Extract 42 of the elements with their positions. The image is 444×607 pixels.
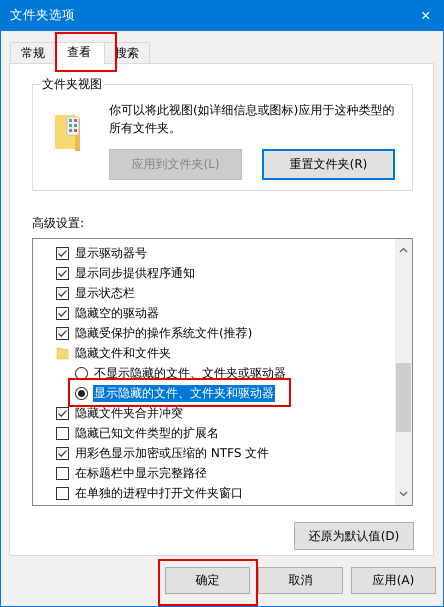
folder-icon	[56, 346, 69, 360]
option-label: 隐藏空的驱动器	[74, 304, 160, 322]
checkbox[interactable]	[56, 466, 69, 480]
description: 你可以将此视图(如详细信息或图标)应用于这种类型的所有文件夹。	[109, 102, 395, 137]
checkbox[interactable]	[56, 446, 69, 460]
option-label: 隐藏受保护的操作系统文件(推荐)	[74, 324, 254, 342]
action-button[interactable]: 重置文件夹(R)	[262, 149, 395, 180]
dialog-button[interactable]: 确定	[165, 567, 250, 594]
option-label: 用彩色显示加密或压缩的 NTFS 文件	[74, 444, 270, 462]
restore-defaults-button[interactable]: 还原为默认值(D)	[294, 522, 414, 550]
scrollbar[interactable]	[395, 239, 412, 505]
group-label: 隐藏文件和文件夹	[74, 344, 172, 362]
dialog-button[interactable]: 应用(A)	[351, 567, 436, 594]
option-label: 在标题栏中显示完整路径	[74, 464, 208, 482]
tab[interactable]: 查看	[53, 42, 105, 64]
option-label: 显示同步提供程序通知	[74, 264, 196, 282]
option-label: 在单独的进程中打开文件夹窗口	[74, 484, 244, 502]
window-title: 文件夹选项	[10, 7, 75, 24]
scroll-down-icon[interactable]	[399, 491, 408, 497]
scroll-up-icon[interactable]	[399, 247, 408, 253]
checkbox[interactable]	[56, 406, 69, 420]
checkbox[interactable]	[56, 246, 69, 260]
radio-button[interactable]	[75, 366, 88, 380]
folder-icon	[55, 115, 83, 151]
group-title: 文件夹视图	[40, 76, 104, 93]
option-label: 隐藏已知文件类型的扩展名	[74, 424, 220, 442]
scroll-thumb[interactable]	[396, 363, 411, 432]
checkbox[interactable]	[56, 326, 69, 340]
option-label: 显示状态栏	[74, 284, 136, 302]
section-label: 高级设置:	[32, 215, 86, 232]
close-button[interactable]: ✕	[420, 8, 431, 23]
checkbox[interactable]	[56, 306, 69, 320]
checkbox[interactable]	[56, 286, 69, 300]
checkbox[interactable]	[56, 486, 69, 500]
checkbox[interactable]	[56, 426, 69, 440]
tab[interactable]: 常规	[10, 42, 56, 63]
option-label: 隐藏文件夹合并冲突	[74, 404, 184, 422]
option-label: 显示隐藏的文件、文件夹和驱动器	[93, 384, 275, 402]
radio-button[interactable]	[75, 386, 88, 400]
checkbox[interactable]	[56, 266, 69, 280]
dialog-button[interactable]: 取消	[258, 567, 343, 594]
option-label: 显示驱动器号	[74, 244, 148, 262]
